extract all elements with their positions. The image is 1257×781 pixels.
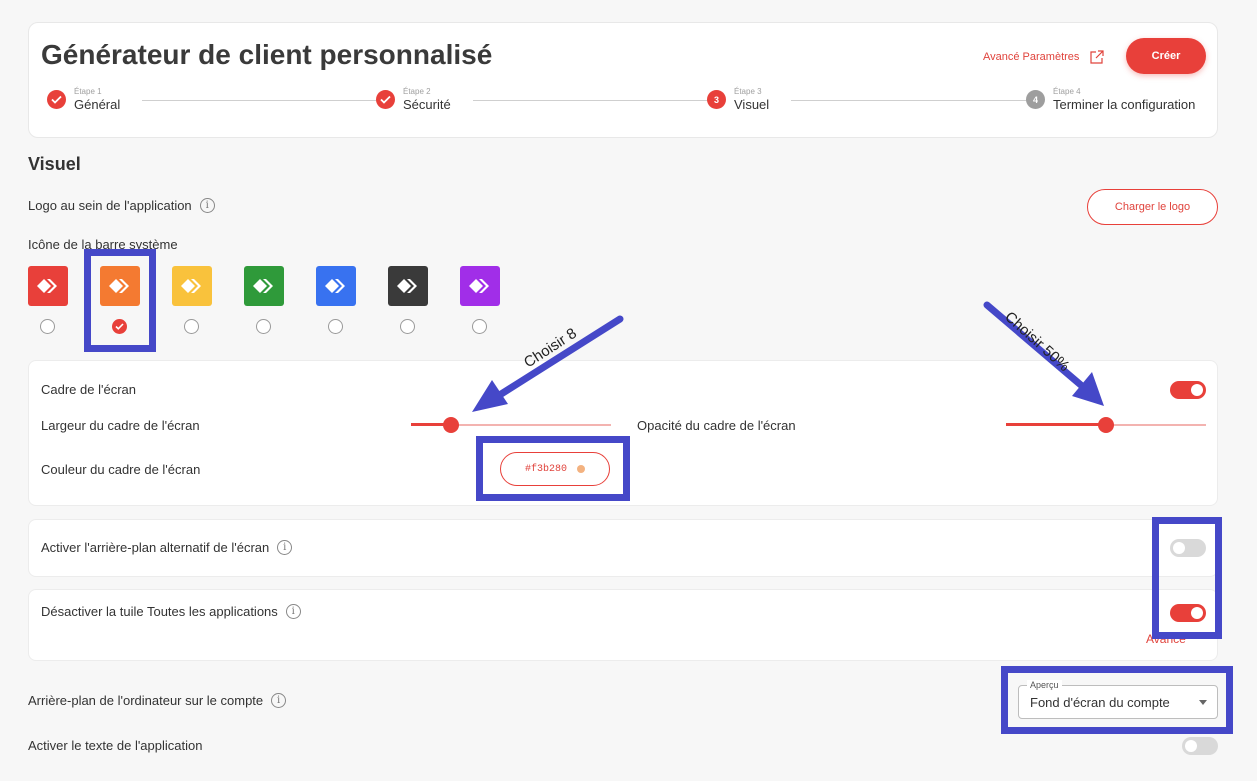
- tray-icon-option[interactable]: [244, 266, 284, 338]
- tray-icon-label: Icône de la barre système: [28, 237, 178, 252]
- stepper: Étape 1 Général Étape 2 Sécurité 3 Étape…: [45, 87, 1205, 117]
- step-security[interactable]: Étape 2 Sécurité: [376, 87, 451, 112]
- step-number-badge: 3: [707, 90, 726, 109]
- check-icon: [47, 90, 66, 109]
- app-text-label: Activer le texte de l'application: [28, 738, 203, 753]
- step-connector: [791, 100, 1043, 101]
- all-apps-toggle[interactable]: [1170, 604, 1206, 622]
- frame-label: Cadre de l'écran: [41, 382, 136, 397]
- step-finish[interactable]: 4 Étape 4 Terminer la configuration: [1026, 87, 1195, 112]
- info-icon[interactable]: i: [277, 540, 293, 555]
- step-name: Visuel: [734, 97, 770, 112]
- alt-background-card: Activer l'arrière-plan alternatif de l'é…: [28, 519, 1218, 577]
- step-sub-label: Étape 4: [1053, 87, 1081, 96]
- frame-toggle[interactable]: [1170, 381, 1206, 399]
- step-sub-label: Étape 1: [74, 87, 102, 96]
- page-title: Générateur de client personnalisé: [41, 39, 493, 70]
- anydesk-logo-icon[interactable]: [244, 266, 284, 306]
- radio-unchecked[interactable]: [256, 319, 271, 334]
- tray-icon-option[interactable]: [100, 266, 140, 338]
- tray-icon-option[interactable]: [388, 266, 428, 338]
- frame-width-slider[interactable]: [411, 415, 611, 435]
- step-number-badge: 4: [1026, 90, 1045, 109]
- color-swatch: [577, 465, 585, 473]
- advance-link[interactable]: Avance: [1146, 632, 1186, 646]
- logo-label: Logo au sein de l'application: [28, 198, 192, 213]
- all-apps-row: Désactiver la tuile Toutes les applicati…: [41, 604, 301, 619]
- frame-color-picker[interactable]: #f3b280: [500, 452, 610, 486]
- create-button[interactable]: Créer: [1126, 38, 1206, 74]
- frame-color-label: Couleur du cadre de l'écran: [41, 462, 201, 477]
- tray-icon-option[interactable]: [172, 266, 212, 338]
- chevron-down-icon: [1199, 700, 1207, 705]
- info-icon[interactable]: i: [271, 693, 287, 708]
- step-name: Sécurité: [403, 97, 451, 112]
- anydesk-logo-icon[interactable]: [388, 266, 428, 306]
- frame-card: Cadre de l'écran Largeur du cadre de l'é…: [28, 360, 1218, 506]
- frame-opacity-slider[interactable]: [1006, 415, 1206, 435]
- select-value: Fond d'écran du compte: [1030, 695, 1170, 710]
- advanced-settings-link[interactable]: Avancé Paramètres: [983, 49, 1105, 65]
- anydesk-logo-icon[interactable]: [100, 266, 140, 306]
- anydesk-logo-icon[interactable]: [28, 266, 68, 306]
- logo-row: Logo au sein de l'application i: [28, 198, 215, 213]
- check-icon: [376, 90, 395, 109]
- external-link-icon: [1090, 50, 1105, 64]
- step-sub-label: Étape 2: [403, 87, 431, 96]
- slider-thumb[interactable]: [443, 417, 459, 433]
- app-text-toggle[interactable]: [1182, 737, 1218, 755]
- frame-width-label: Largeur du cadre de l'écran: [41, 418, 200, 433]
- anydesk-logo-icon[interactable]: [460, 266, 500, 306]
- radio-unchecked[interactable]: [472, 319, 487, 334]
- anydesk-logo-icon[interactable]: [172, 266, 212, 306]
- step-connector: [473, 100, 725, 101]
- desktop-bg-label: Arrière-plan de l'ordinateur sur le comp…: [28, 693, 264, 708]
- step-name: Terminer la configuration: [1053, 97, 1196, 112]
- radio-unchecked[interactable]: [328, 319, 343, 334]
- frame-opacity-label: Opacité du cadre de l'écran: [637, 418, 796, 433]
- alt-background-toggle[interactable]: [1170, 539, 1206, 557]
- all-apps-tile-card: Désactiver la tuile Toutes les applicati…: [28, 589, 1218, 661]
- toggle-knob: [1191, 607, 1203, 619]
- advanced-settings-label: Avancé Paramètres: [983, 51, 1080, 63]
- toggle-knob: [1185, 740, 1197, 752]
- anydesk-logo-icon[interactable]: [316, 266, 356, 306]
- tray-icon-option[interactable]: [316, 266, 356, 338]
- radio-unchecked[interactable]: [184, 319, 199, 334]
- info-icon[interactable]: i: [199, 198, 215, 213]
- header-card: Générateur de client personnalisé Avancé…: [28, 22, 1218, 138]
- desktop-bg-select[interactable]: Aperçu Fond d'écran du compte: [1018, 680, 1218, 719]
- step-name: Général: [74, 97, 121, 112]
- section-title: Visuel: [28, 154, 81, 174]
- slider-fill: [1006, 423, 1106, 426]
- step-sub-label: Étape 3: [734, 87, 762, 96]
- upload-logo-button[interactable]: Charger le logo: [1087, 189, 1218, 225]
- info-icon[interactable]: i: [285, 604, 301, 619]
- alt-background-row: Activer l'arrière-plan alternatif de l'é…: [41, 540, 293, 555]
- tray-icon-option[interactable]: [460, 266, 500, 338]
- step-connector: [142, 100, 394, 101]
- select-legend: Aperçu: [1027, 680, 1062, 690]
- toggle-knob: [1173, 542, 1185, 554]
- desktop-bg-row: Arrière-plan de l'ordinateur sur le comp…: [28, 693, 287, 708]
- color-hex-value: #f3b280: [524, 463, 567, 475]
- radio-unchecked[interactable]: [400, 319, 415, 334]
- slider-thumb[interactable]: [1098, 417, 1114, 433]
- toggle-knob: [1191, 384, 1203, 396]
- step-visual[interactable]: 3 Étape 3 Visuel: [707, 87, 769, 112]
- all-apps-label: Désactiver la tuile Toutes les applicati…: [41, 604, 278, 619]
- radio-unchecked[interactable]: [40, 319, 55, 334]
- radio-checked[interactable]: [112, 319, 127, 334]
- alt-background-label: Activer l'arrière-plan alternatif de l'é…: [41, 540, 270, 555]
- tray-icon-option[interactable]: [28, 266, 68, 338]
- step-general[interactable]: Étape 1 Général: [47, 87, 120, 112]
